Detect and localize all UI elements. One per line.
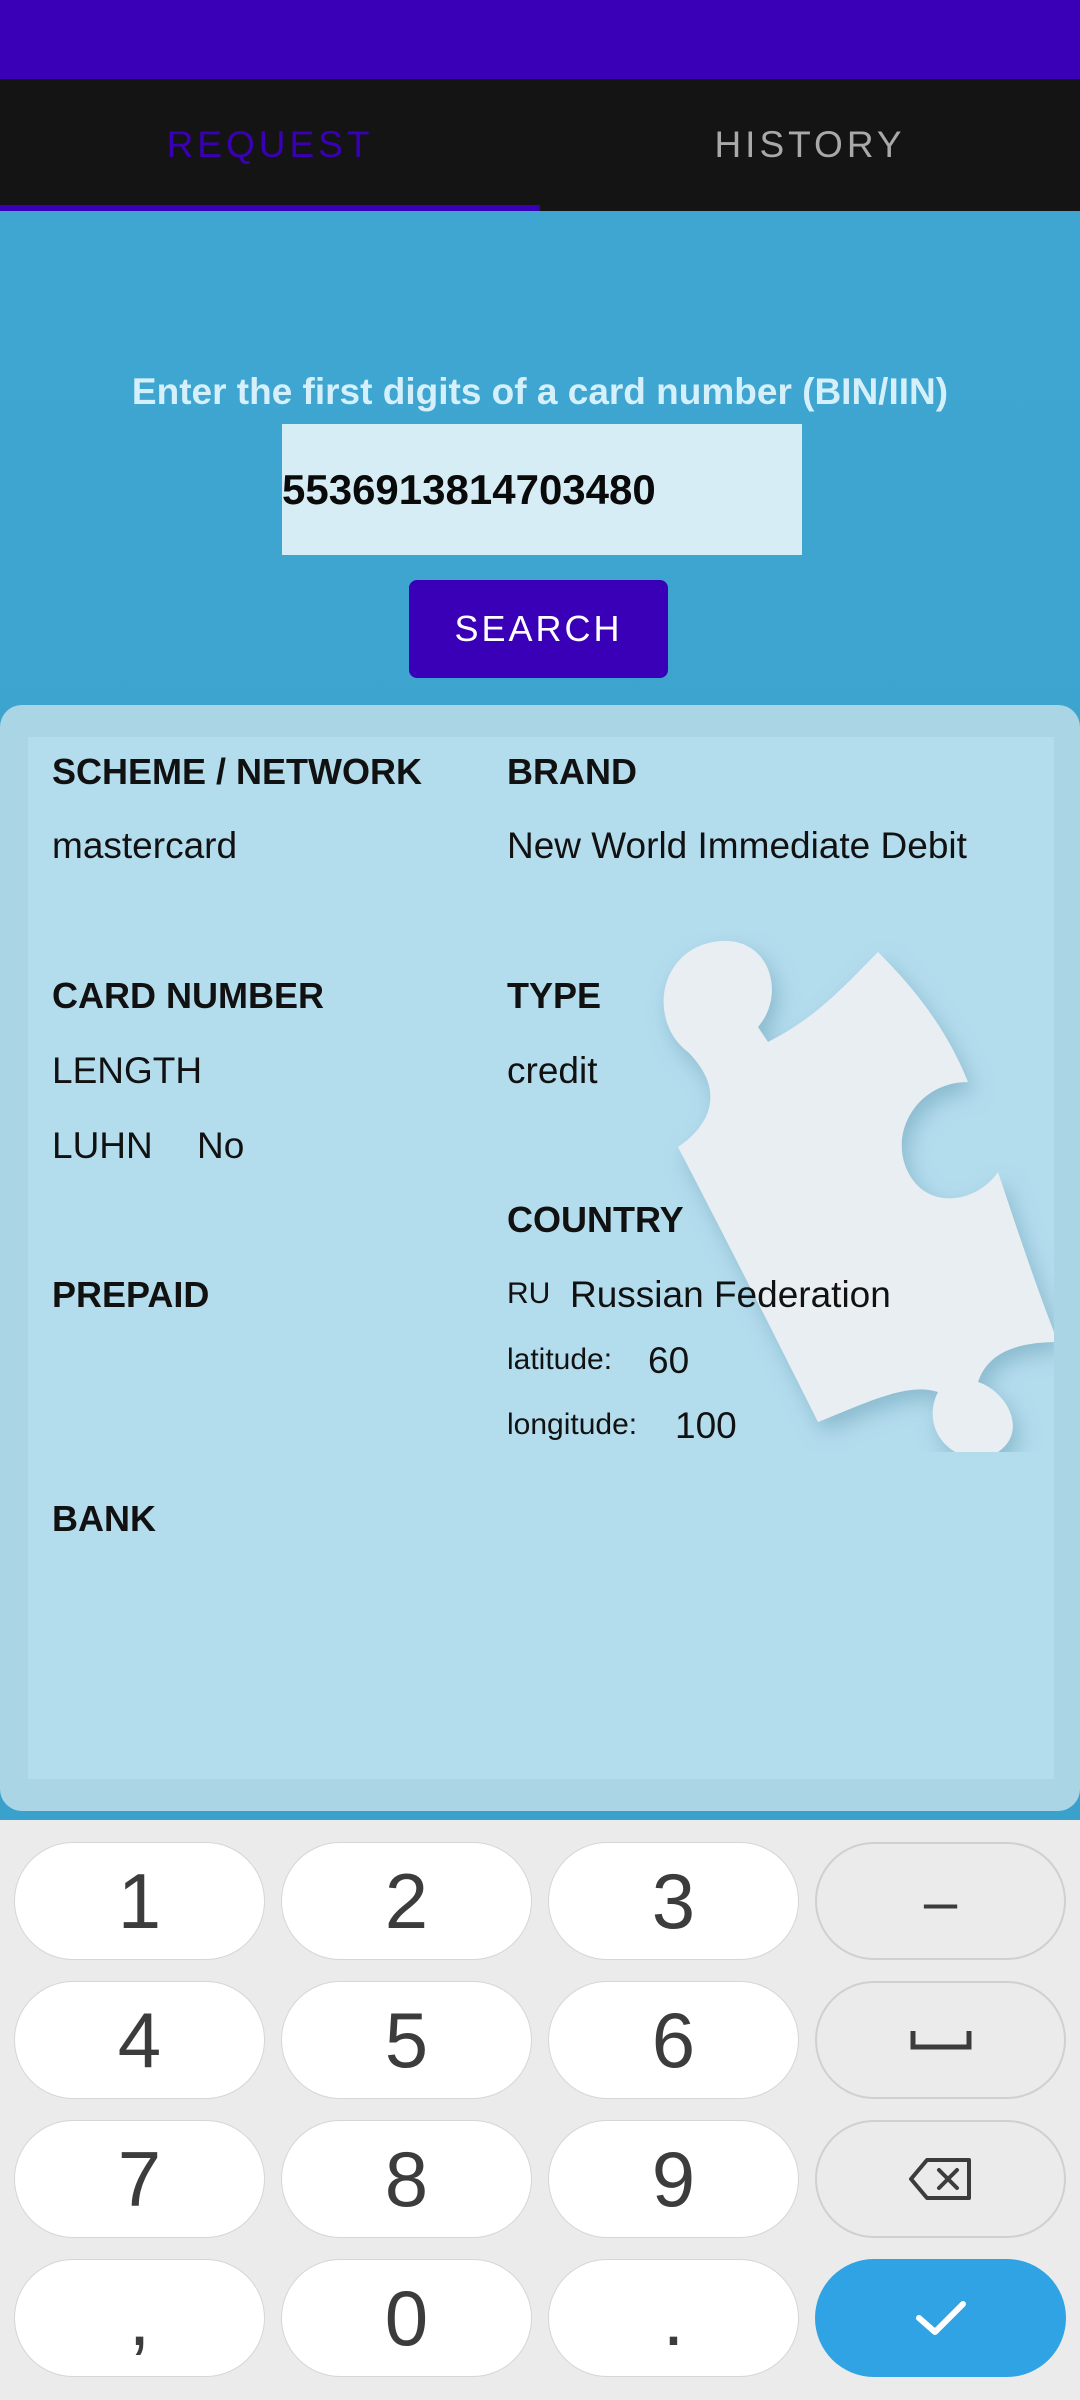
key-2[interactable]: 2 (281, 1842, 532, 1960)
scheme-label: SCHEME / NETWORK (52, 751, 423, 792)
checkmark-icon (915, 2301, 966, 2335)
luhn-label: LUHN (52, 1125, 153, 1166)
tab-history-label: HISTORY (714, 124, 906, 165)
type-value: credit (507, 1050, 598, 1091)
enter-key[interactable] (815, 2259, 1066, 2377)
tab-request[interactable]: REQUEST (0, 79, 540, 211)
search-button[interactable]: SEARCH (409, 580, 668, 678)
country-code: RU (507, 1277, 551, 1310)
key-7[interactable]: 7 (14, 2120, 265, 2238)
bin-input[interactable]: 5536913814703480 (282, 424, 802, 555)
tab-bar: REQUEST HISTORY (0, 79, 1080, 211)
space-key[interactable] (815, 1981, 1066, 2099)
key-3[interactable]: 3 (548, 1842, 799, 1960)
brand-label: BRAND (507, 751, 637, 792)
backspace-icon (908, 2158, 971, 2200)
key-8[interactable]: 8 (281, 2120, 532, 2238)
luhn-value: No (197, 1125, 245, 1166)
key-1[interactable]: 1 (14, 1842, 265, 1960)
tab-history[interactable]: HISTORY (540, 79, 1080, 211)
type-label: TYPE (507, 975, 602, 1016)
result-panel: SCHEME / NETWORK mastercard BRAND New Wo… (28, 737, 1054, 1779)
numeric-keyboard: 1 2 3 – 4 5 6 7 8 9 , 0 . (0, 1820, 1080, 2400)
bank-label: BANK (52, 1498, 156, 1539)
country-name: Russian Federation (570, 1274, 891, 1315)
result-card: SCHEME / NETWORK mastercard BRAND New Wo… (0, 705, 1080, 1811)
key-4[interactable]: 4 (14, 1981, 265, 2099)
key-5[interactable]: 5 (281, 1981, 532, 2099)
prepaid-label: PREPAID (52, 1274, 210, 1315)
latitude-label: latitude: (507, 1343, 613, 1376)
length-label: LENGTH (52, 1050, 203, 1091)
brand-value: New World Immediate Debit (507, 825, 967, 866)
bin-prompt: Enter the first digits of a card number … (131, 371, 949, 412)
key-9[interactable]: 9 (548, 2120, 799, 2238)
longitude-label: longitude: (507, 1408, 638, 1441)
backspace-key[interactable] (815, 2120, 1066, 2238)
key-comma[interactable]: , (14, 2259, 265, 2377)
scheme-value: mastercard (52, 825, 238, 866)
status-bar (0, 0, 1080, 79)
key-6[interactable]: 6 (548, 1981, 799, 2099)
key-0[interactable]: 0 (281, 2259, 532, 2377)
key-period[interactable]: . (548, 2259, 799, 2377)
key-minus[interactable]: – (815, 1842, 1066, 1960)
longitude-value: 100 (675, 1405, 737, 1446)
tab-request-label: REQUEST (166, 124, 374, 165)
request-page: Enter the first digits of a card number … (0, 211, 1080, 1820)
latitude-value: 60 (648, 1340, 690, 1381)
country-label: COUNTRY (507, 1199, 684, 1240)
card-number-label: CARD NUMBER (52, 975, 324, 1016)
space-icon (910, 2031, 971, 2050)
